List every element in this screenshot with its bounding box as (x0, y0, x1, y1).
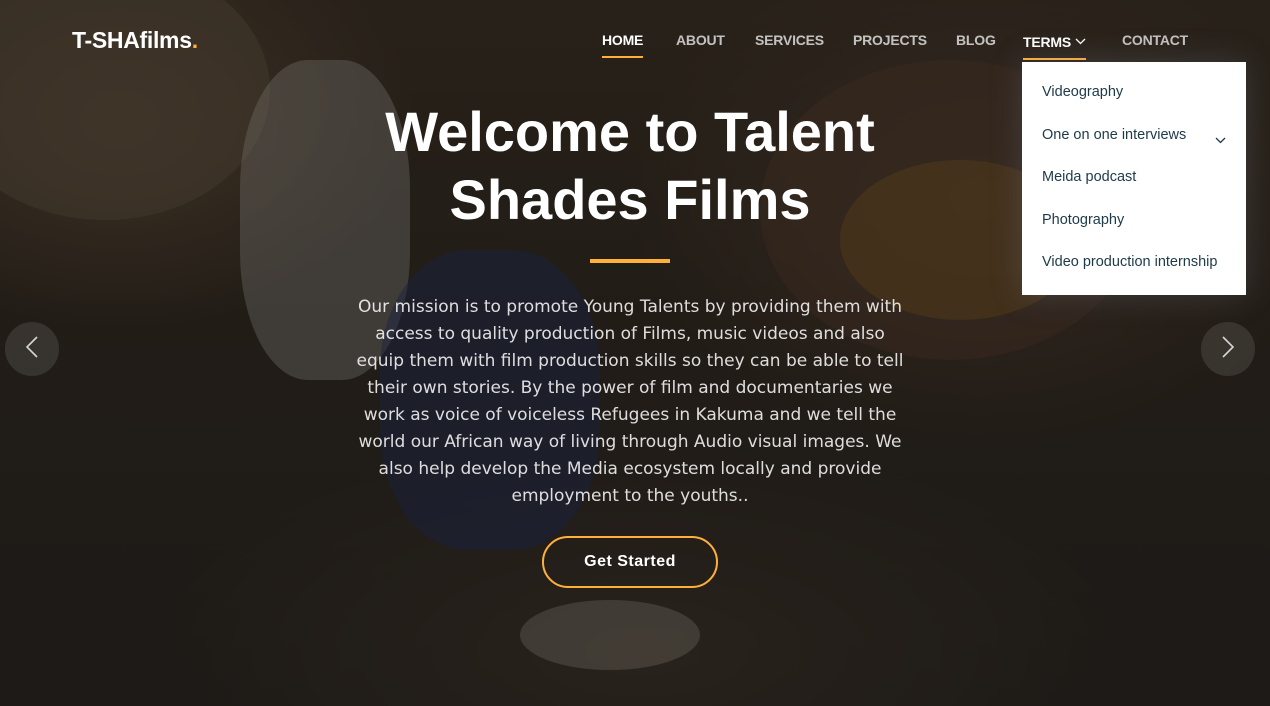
chevron-left-icon (25, 335, 39, 364)
nav-blog[interactable]: BLOG (956, 32, 996, 56)
dropdown-item-photography[interactable]: Photography (1042, 212, 1124, 228)
nav-terms[interactable]: TERMS (1023, 32, 1087, 60)
terms-dropdown-menu: Videography One on one interviews Meida … (1022, 62, 1246, 295)
logo-dot: . (191, 27, 198, 53)
site-logo[interactable]: T-SHAfilms. (72, 27, 198, 54)
logo-text: T-SHAfilms (72, 27, 192, 53)
hero-title-line1: Welcome to Talent (385, 100, 875, 163)
nav-terms-label: TERMS (1023, 34, 1072, 50)
dropdown-item-interviews[interactable]: One on one interviews (1042, 127, 1186, 143)
chevron-right-icon (1221, 335, 1235, 364)
dropdown-item-videography[interactable]: Videography (1042, 84, 1123, 100)
dropdown-item-internship[interactable]: Video production internship (1042, 254, 1217, 270)
carousel-next-button[interactable] (1201, 322, 1255, 376)
dropdown-item-podcast[interactable]: Meida podcast (1042, 169, 1136, 185)
nav-about[interactable]: ABOUT (676, 32, 725, 56)
chevron-down-icon (1215, 131, 1226, 149)
nav-services[interactable]: SERVICES (755, 32, 824, 56)
nav-projects[interactable]: PROJECTS (853, 32, 927, 56)
mission-text: Our mission is to promote Young Talents … (356, 297, 904, 506)
carousel-prev-button[interactable] (5, 322, 59, 376)
title-divider (590, 259, 670, 263)
hero-title: Welcome to Talent Shades Films (330, 98, 930, 234)
get-started-button[interactable]: Get Started (542, 536, 718, 588)
hero-title-line2: Shades Films (449, 168, 811, 231)
nav-contact[interactable]: CONTACT (1122, 32, 1188, 56)
chevron-down-icon (1075, 32, 1086, 48)
nav-home[interactable]: HOME (602, 32, 643, 58)
